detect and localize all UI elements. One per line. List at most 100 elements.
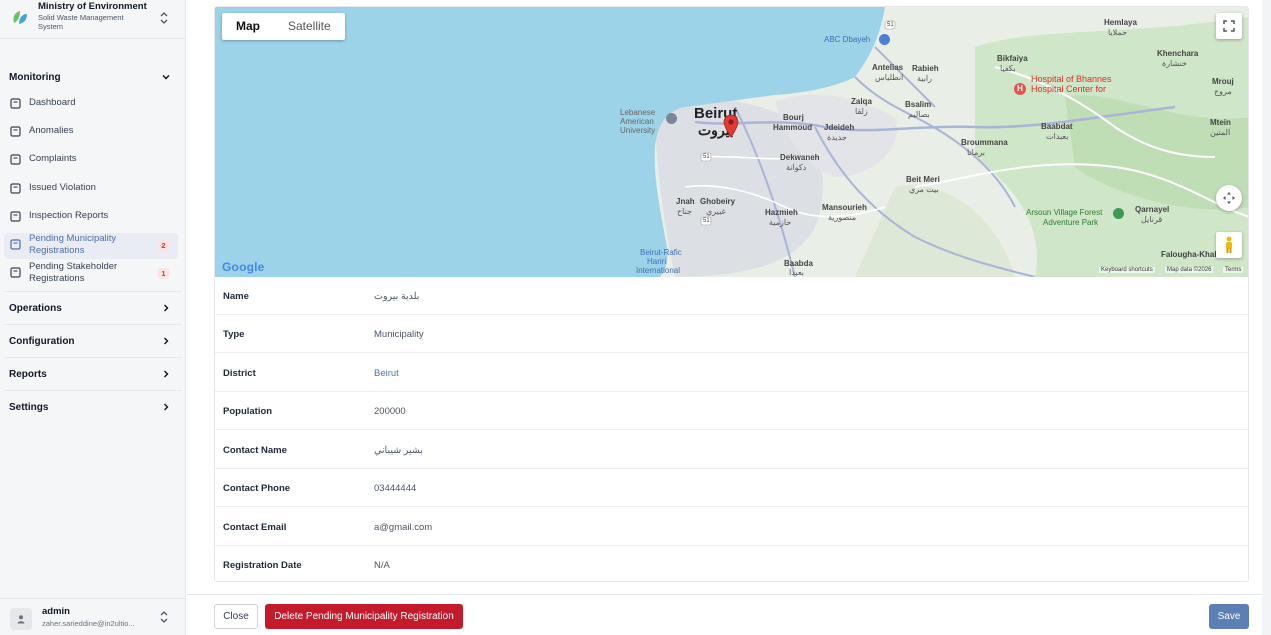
divider — [4, 357, 182, 358]
map-label-bsalim: Bsalim — [905, 100, 932, 109]
sidebar-item-pending-municipality-registrations[interactable]: Pending Municipality Registrations 2 — [4, 233, 178, 259]
map-label-hospital: Hospital of Bhannes — [1031, 74, 1112, 84]
section-settings[interactable]: Settings — [9, 399, 171, 415]
detail-label: Registration Date — [223, 560, 302, 571]
save-button[interactable]: Save — [1209, 604, 1249, 629]
map-label-broummana: Broummana — [961, 138, 1008, 147]
section-operations[interactable]: Operations — [9, 300, 171, 316]
map-label-airport: Beirut-Rafic — [640, 248, 682, 257]
close-button[interactable]: Close — [214, 604, 258, 629]
map-label-airport-2: Hariri — [647, 257, 667, 266]
chevrons-up-down-icon — [159, 12, 169, 26]
map-label-hazmieh-ar: حازمية — [769, 218, 792, 227]
section-configuration[interactable]: Configuration — [9, 333, 171, 349]
org-subtitle: Solid Waste Management System — [38, 13, 124, 31]
map-road-shield-label: 51 — [703, 218, 710, 224]
terms-link[interactable]: Terms — [1223, 267, 1244, 273]
map-label-antelias-ar: انطلياس — [875, 73, 904, 82]
chevron-right-icon — [164, 337, 169, 345]
detail-label: Contact Phone — [223, 483, 291, 494]
map-road-shield-label: 51 — [887, 22, 894, 28]
user-menu[interactable]: admin zaher.sarieddine@in2ultio... — [0, 598, 186, 635]
user-icon — [17, 615, 25, 624]
map-label-bsalim-ar: بصاليم — [908, 110, 930, 119]
sidebar-item-inspection-reports[interactable]: Inspection Reports — [4, 204, 178, 228]
map-label-hemlaya-ar: حملايا — [1108, 28, 1128, 37]
map-canvas — [215, 7, 1248, 277]
map-label-baabdat-ar: بعبدات — [1046, 132, 1069, 141]
district-link[interactable]: Beirut — [374, 368, 399, 379]
keyboard-shortcuts-link[interactable]: Keyboard shortcuts — [1099, 267, 1155, 273]
divider — [4, 390, 182, 391]
map-label-mtein: Mtein — [1210, 118, 1231, 127]
detail-value: Municipality — [374, 329, 424, 340]
map-label-jdeideh: Jdeideh — [824, 123, 855, 132]
map-label-arsoun-2: Adventure Park — [1043, 218, 1099, 227]
sidebar-item-label: Pending Stakeholder Registrations — [29, 261, 118, 284]
org-title: Ministry of Environment — [38, 1, 147, 12]
google-logo: Google — [222, 260, 265, 274]
delete-registration-button[interactable]: Delete Pending Municipality Registration — [265, 604, 463, 629]
detail-value: 200000 — [374, 406, 406, 417]
map-label-khenchara: Khenchara — [1157, 49, 1199, 58]
map-label-beit-meri-ar: بيت مري — [909, 185, 939, 194]
map-label-jdeideh-ar: جديدة — [827, 133, 847, 142]
map-road-shield-label: 51 — [703, 154, 710, 160]
map-label-mansourieh-ar: منصورية — [828, 213, 857, 222]
map-label-bikfaiya: Bikfaiya — [997, 54, 1028, 63]
map-label-hazmieh: Hazmieh — [765, 208, 798, 217]
hospital-pin-icon: H — [1014, 83, 1026, 95]
map-type-control: Map Satellite — [222, 13, 345, 40]
map-label-mrouj: Mrouj — [1212, 77, 1234, 86]
sidebar-item-label: Pending Municipality Registrations — [29, 233, 117, 256]
map-view[interactable]: 51 51 51 Beirut بيروت ABC Dbayeh Antelia… — [215, 7, 1248, 277]
registration-detail-card: 51 51 51 Beirut بيروت ABC Dbayeh Antelia… — [214, 6, 1249, 582]
sidebar-item-dashboard[interactable]: Dashboard — [4, 91, 178, 115]
map-label-abc: ABC Dbayeh — [824, 35, 871, 44]
action-bar: Close Delete Pending Municipality Regist… — [187, 594, 1271, 635]
document-icon — [10, 182, 21, 194]
sidebar-item-anomalies[interactable]: Anomalies — [4, 119, 178, 143]
sidebar-item-pending-stakeholder-registrations[interactable]: Pending Stakeholder Registrations 1 — [4, 261, 178, 287]
chevrons-up-down-icon — [159, 611, 169, 625]
detail-label: District — [223, 368, 256, 379]
map-label-antelias: Antelias — [872, 63, 904, 72]
detail-row-district: District Beirut — [215, 354, 1248, 392]
map-label-bikfaiya-ar: بكفيا — [1000, 64, 1016, 73]
section-monitoring[interactable]: Monitoring — [9, 69, 171, 85]
sidebar-item-label: Dashboard — [29, 97, 76, 108]
map-label-rabieh: Rabieh — [912, 64, 939, 73]
document-icon — [10, 210, 21, 222]
detail-label: Type — [223, 329, 245, 340]
document-icon — [10, 97, 21, 109]
map-label-mtein-ar: المتين — [1210, 128, 1231, 137]
detail-value: 03444444 — [374, 483, 417, 494]
map-label-baabda-ar: بعبدا — [789, 268, 804, 277]
sidebar-item-label: Issued Violation — [29, 182, 96, 193]
fullscreen-button[interactable] — [1216, 13, 1242, 39]
map-label-hospital-2: Hospital Center for — [1031, 84, 1107, 94]
section-configuration-label: Configuration — [9, 335, 75, 347]
map-label-dekwaneh-ar: دكوانة — [786, 163, 807, 172]
street-view-button[interactable] — [1216, 232, 1242, 258]
document-icon — [10, 125, 21, 137]
detail-row-contact-email: Contact Email a@gmail.com — [215, 508, 1248, 546]
map-label-jnah-ar: جناح — [677, 207, 692, 216]
leaf-logo-icon — [13, 11, 27, 24]
map-type-map-button[interactable]: Map — [222, 13, 274, 40]
org-switcher[interactable]: Ministry of Environment Solid Waste Mana… — [0, 0, 186, 39]
map-label-baabda: Baabda — [784, 259, 813, 268]
sidebar-item-label: Complaints — [29, 153, 77, 164]
sidebar-item-issued-violation[interactable]: Issued Violation — [4, 176, 178, 200]
map-type-satellite-button[interactable]: Satellite — [274, 13, 345, 40]
sidebar-item-complaints[interactable]: Complaints — [4, 147, 178, 171]
map-label-mansourieh: Mansourieh — [822, 203, 867, 212]
map-label-bourj: Bourj — [783, 113, 804, 122]
detail-row-contact-phone: Contact Phone 03444444 — [215, 469, 1248, 507]
camera-control-button[interactable] — [1216, 185, 1242, 211]
map-label-hemlaya: Hemlaya — [1104, 18, 1137, 27]
scrollbar-track[interactable] — [1262, 0, 1271, 635]
detail-row-contact-name: Contact Name بشير شيباني — [215, 431, 1248, 469]
section-reports[interactable]: Reports — [9, 366, 171, 382]
sidebar-item-label: Inspection Reports — [29, 210, 109, 221]
